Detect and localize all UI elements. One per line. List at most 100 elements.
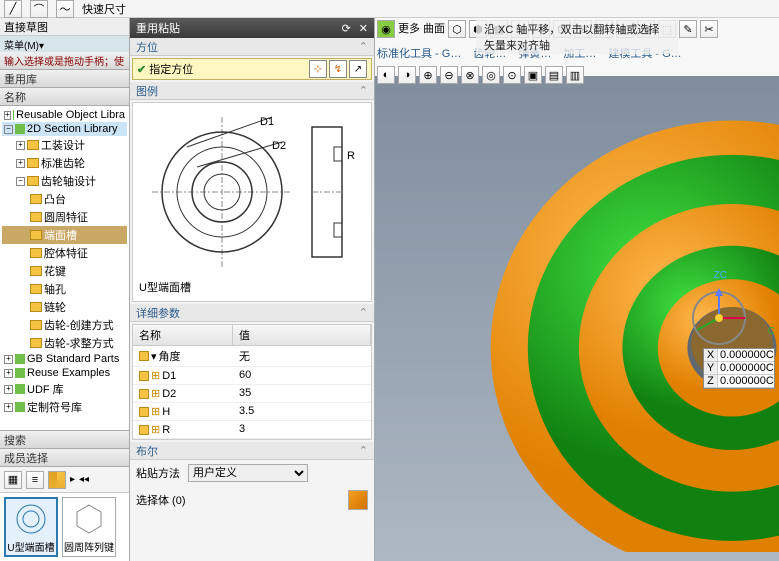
dialog-title-text: 重用粘贴 bbox=[136, 20, 180, 36]
tree-c4[interactable]: 腔体特征 bbox=[2, 244, 127, 262]
left-panel: 直接草图 菜单(M)▾ 输入选择或是拖动手柄；使用 Alt 重用库 名称 +Re… bbox=[0, 18, 130, 561]
param-row[interactable]: ⊞D160 bbox=[133, 367, 371, 385]
svg-text:D1: D1 bbox=[260, 116, 274, 128]
chevron-up-icon: ⌃ bbox=[359, 84, 368, 97]
sketch-label: 直接草图 bbox=[0, 18, 129, 36]
axis-icon[interactable]: ↯ bbox=[329, 60, 347, 78]
members-head: 成员选择 bbox=[0, 449, 129, 467]
tool-icon[interactable]: ⬡ bbox=[448, 20, 466, 38]
zc-label: ZC bbox=[714, 270, 727, 281]
name-head: 名称 bbox=[0, 88, 129, 106]
tool-icon[interactable]: ▣ bbox=[524, 66, 542, 84]
c-label: C bbox=[768, 326, 775, 337]
lock-icon bbox=[139, 389, 149, 399]
tree-c8[interactable]: 齿轮-创建方式 bbox=[2, 316, 127, 334]
viewport-hint: 沿 XC 轴平移，双击以翻转轴或选择矢量来对齐轴 bbox=[476, 20, 678, 54]
line-icon[interactable]: ╱ bbox=[4, 0, 22, 18]
tree-root4[interactable]: +Reuse Examples bbox=[2, 366, 127, 380]
tool-icon[interactable]: ⊗ bbox=[461, 66, 479, 84]
thumbnails: U型端面槽 圆周阵列键 bbox=[0, 493, 129, 561]
diagram-label: U型端面槽 bbox=[137, 277, 367, 297]
top-toolbar: ╱ ⌒ ～ 快速尺寸 bbox=[0, 0, 779, 18]
search-section: 搜索 成员选择 ▦ ≡ ▸ ◂◂ U型端面槽 圆周阵列键 bbox=[0, 430, 129, 561]
tree-c3-selected[interactable]: 端面槽 bbox=[2, 226, 127, 244]
view-grid-icon[interactable]: ▦ bbox=[4, 471, 22, 489]
triad-icon[interactable] bbox=[689, 288, 749, 348]
svg-text:R: R bbox=[347, 150, 355, 162]
tree-n1[interactable]: +工装设计 bbox=[2, 136, 127, 154]
view-list-icon[interactable]: ≡ bbox=[26, 471, 44, 489]
reuse-paste-dialog: 重用粘贴 ⟳ ✕ 方位⌃ ✔ 指定方位 ⊹ ↯ ↗ 图例⌃ D1 D2 bbox=[130, 18, 375, 561]
menu-btn[interactable]: 菜单(M)▾ bbox=[0, 36, 129, 52]
param-row[interactable]: ⊞R3 bbox=[133, 421, 371, 439]
tree-root6[interactable]: +定制符号库 bbox=[2, 398, 127, 416]
lock-icon bbox=[139, 407, 149, 417]
svg-text:D2: D2 bbox=[272, 140, 286, 152]
param-row[interactable]: ▾角度无 bbox=[133, 346, 371, 367]
body-icon[interactable] bbox=[348, 490, 368, 510]
tree-c6[interactable]: 轴孔 bbox=[2, 280, 127, 298]
tool-icon[interactable]: ◐ bbox=[377, 66, 395, 84]
chevron-up-icon: ⌃ bbox=[359, 40, 368, 53]
coord-readout: X0.000000C Y0.000000C Z0.000000C bbox=[703, 348, 775, 389]
3d-viewport[interactable]: ◉ 更多 曲面 ⬡ ⬢ ▦ ⊞ ※ ⊡ ⊠ ⊟ ◧ ◨ ⬚ ✎ ✂ 标准化工具 … bbox=[375, 18, 779, 561]
orient-section-head[interactable]: 方位⌃ bbox=[130, 38, 374, 56]
close-icon[interactable]: ✕ bbox=[359, 22, 368, 35]
dialog-titlebar[interactable]: 重用粘贴 ⟳ ✕ bbox=[130, 18, 374, 38]
tool-icon[interactable]: ⊕ bbox=[419, 66, 437, 84]
tool-icon[interactable]: ✂ bbox=[700, 20, 718, 38]
tool-icon[interactable]: ▤ bbox=[545, 66, 563, 84]
thumb-2[interactable]: 圆周阵列键 bbox=[62, 497, 116, 557]
chevron-up-icon: ⌃ bbox=[359, 444, 368, 457]
refresh-icon[interactable]: ⟳ bbox=[342, 22, 351, 35]
paste-method-select[interactable]: 用户定义 bbox=[188, 464, 308, 482]
bool-section-head[interactable]: 布尔⌃ bbox=[130, 442, 374, 460]
tree-root3[interactable]: +GB Standard Parts bbox=[2, 352, 127, 366]
diagram-box: D1 D2 R U型端面槽 bbox=[132, 102, 372, 302]
hint-left: 输入选择或是拖动手柄；使用 Alt bbox=[0, 52, 129, 70]
tree-root1[interactable]: +Reusable Object Libra bbox=[2, 108, 127, 122]
tree-c2[interactable]: 圆周特征 bbox=[2, 208, 127, 226]
main-area: 直接草图 菜单(M)▾ 输入选择或是拖动手柄；使用 Alt 重用库 名称 +Re… bbox=[0, 18, 779, 561]
thumb2-icon bbox=[71, 501, 107, 537]
tree-n2[interactable]: +标准齿轮 bbox=[2, 154, 127, 172]
spline-icon[interactable]: ～ bbox=[56, 0, 74, 18]
vector-icon[interactable]: ↗ bbox=[349, 60, 367, 78]
search-head: 搜索 bbox=[0, 431, 129, 449]
params-section-head[interactable]: 详细参数⌃ bbox=[130, 304, 374, 322]
param-table: 名称值 ▾角度无 ⊞D160 ⊞D235 ⊞H3.5 ⊞R3 bbox=[132, 324, 372, 440]
tool-icon[interactable]: ▥ bbox=[566, 66, 584, 84]
tree-c1[interactable]: 凸台 bbox=[2, 190, 127, 208]
arc-icon[interactable]: ⌒ bbox=[30, 0, 48, 18]
tree-c5[interactable]: 花键 bbox=[2, 262, 127, 280]
tool-icon[interactable]: ◉ bbox=[377, 20, 395, 38]
lock-icon bbox=[139, 371, 149, 381]
legend-section-head[interactable]: 图例⌃ bbox=[130, 82, 374, 100]
tool-icon[interactable]: ⊙ bbox=[503, 66, 521, 84]
thumb-1[interactable]: U型端面槽 bbox=[4, 497, 58, 557]
quick-dim-label[interactable]: 快速尺寸 bbox=[82, 1, 126, 17]
thumb1-icon bbox=[13, 501, 49, 537]
csys-icon[interactable]: ⊹ bbox=[309, 60, 327, 78]
specify-orient-row[interactable]: ✔ 指定方位 ⊹ ↯ ↗ bbox=[132, 58, 372, 80]
tool-icon[interactable]: ⊖ bbox=[440, 66, 458, 84]
tool-icon[interactable]: ◎ bbox=[482, 66, 500, 84]
lock-icon bbox=[139, 351, 149, 361]
param-row[interactable]: ⊞D235 bbox=[133, 385, 371, 403]
param-row[interactable]: ⊞H3.5 bbox=[133, 403, 371, 421]
tree-c9[interactable]: 齿轮-求整方式 bbox=[2, 334, 127, 352]
select-body-row[interactable]: 选择体 (0) bbox=[130, 486, 374, 514]
tree-c7[interactable]: 链轮 bbox=[2, 298, 127, 316]
diagram-svg: D1 D2 R bbox=[137, 107, 367, 277]
filter-icon[interactable] bbox=[48, 471, 66, 489]
lock-icon bbox=[139, 425, 149, 435]
tree-n3[interactable]: −齿轮轴设计 bbox=[2, 172, 127, 190]
tree[interactable]: +Reusable Object Libra −2D Section Libra… bbox=[0, 106, 129, 430]
tool-icon[interactable]: ✎ bbox=[679, 20, 697, 38]
tool-icon[interactable]: ◑ bbox=[398, 66, 416, 84]
search-bar: ▦ ≡ ▸ ◂◂ bbox=[0, 467, 129, 493]
tree-root2[interactable]: −2D Section Library bbox=[2, 122, 127, 136]
reuse-lib-head: 重用库 bbox=[0, 70, 129, 88]
chevron-up-icon: ⌃ bbox=[359, 306, 368, 319]
tree-root5[interactable]: +UDF 库 bbox=[2, 380, 127, 398]
